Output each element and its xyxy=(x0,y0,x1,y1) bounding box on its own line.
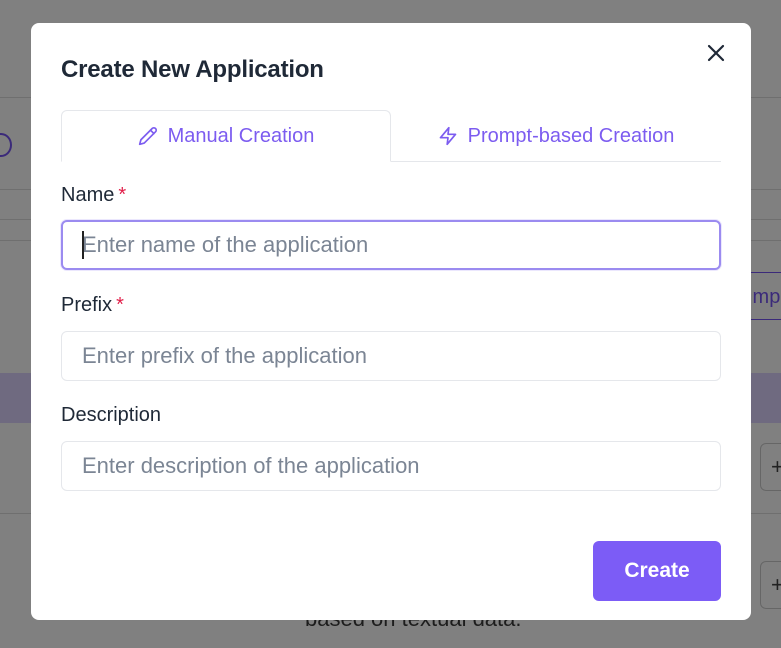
required-marker: * xyxy=(116,294,124,316)
name-label-text: Name xyxy=(61,184,115,206)
create-application-modal: Create New Application Manual Creation P… xyxy=(31,23,751,620)
text-caret xyxy=(82,231,84,259)
pencil-icon xyxy=(138,127,157,146)
description-input[interactable] xyxy=(61,441,721,491)
tab-label: Manual Creation xyxy=(167,124,315,147)
lightning-icon xyxy=(439,126,456,146)
description-label-text: Description xyxy=(61,404,162,426)
tab-manual-creation[interactable]: Manual Creation xyxy=(61,110,391,162)
create-button[interactable]: Create xyxy=(593,541,721,601)
name-label: Name * xyxy=(61,184,126,207)
close-button[interactable] xyxy=(703,40,729,66)
prefix-input[interactable] xyxy=(61,331,721,381)
prefix-label-text: Prefix xyxy=(61,294,113,316)
creation-mode-tabs: Manual Creation Prompt-based Creation xyxy=(61,110,721,162)
description-label: Description xyxy=(61,404,161,427)
tab-label: Prompt-based Creation xyxy=(467,124,675,147)
name-input[interactable] xyxy=(61,220,721,270)
modal-title: Create New Application xyxy=(61,56,324,83)
close-icon xyxy=(707,44,725,62)
background-side-button: + xyxy=(760,443,781,491)
background-side-button: + xyxy=(760,561,781,609)
tab-prompt-based-creation[interactable]: Prompt-based Creation xyxy=(391,110,721,162)
background-circle-icon xyxy=(0,133,12,157)
required-marker: * xyxy=(118,184,127,206)
prefix-label: Prefix * xyxy=(61,294,124,317)
